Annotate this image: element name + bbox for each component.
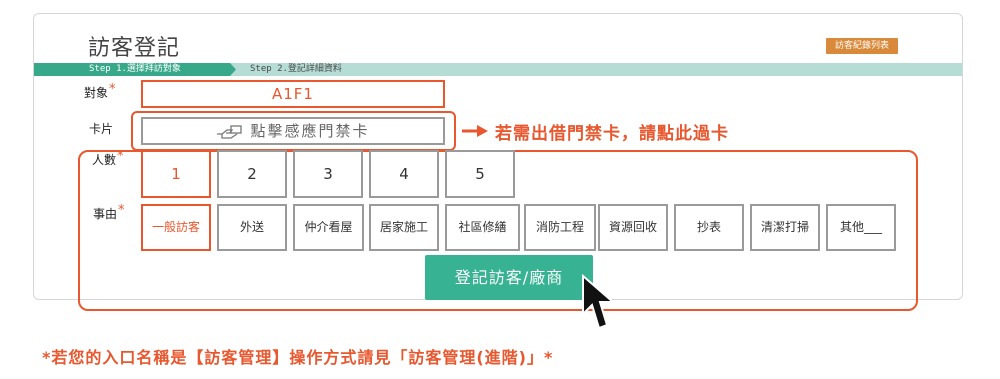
card-lend-note: 若需出借門禁卡，請點此過卡	[495, 124, 729, 144]
reason-option-general-visitor[interactable]: 一般訪客	[141, 204, 211, 251]
reason-option-cleaning[interactable]: 清潔打掃	[750, 204, 820, 251]
step-1-label[interactable]: Step 1.選擇拜訪對象	[89, 63, 181, 76]
count-option-2[interactable]: 2	[217, 150, 287, 198]
reason-option-meter-reading[interactable]: 抄表	[674, 204, 744, 251]
reason-label: 事由*	[93, 203, 125, 222]
count-label: 人數*	[92, 149, 124, 168]
reason-option-community-repair[interactable]: 社區修繕	[445, 204, 520, 251]
reason-option-delivery[interactable]: 外送	[217, 204, 287, 251]
target-field[interactable]: A1F1	[141, 80, 445, 108]
register-visitor-button[interactable]: 登記訪客/廠商	[425, 255, 593, 300]
mouse-pointer-icon	[582, 274, 616, 330]
tap-access-card-button[interactable]: 點擊感應門禁卡	[141, 117, 445, 145]
footer-note: *若您的入口名稱是【訪客管理】操作方式請見「訪客管理(進階)」*	[42, 348, 554, 367]
arrow-right-icon	[462, 125, 488, 137]
hand-card-icon	[216, 120, 243, 144]
reason-option-other[interactable]: 其他___	[826, 204, 896, 251]
required-mark: *	[109, 82, 116, 97]
target-label: 對象*	[84, 82, 116, 101]
target-label-text: 對象	[84, 86, 109, 100]
visitor-records-button[interactable]: 訪客紀錄列表	[826, 38, 898, 54]
count-option-5[interactable]: 5	[445, 150, 515, 198]
count-option-1[interactable]: 1	[141, 150, 211, 198]
reason-option-fire-works[interactable]: 消防工程	[524, 204, 596, 251]
reason-label-text: 事由	[93, 207, 118, 221]
page-title: 訪客登記	[88, 36, 181, 61]
count-option-3[interactable]: 3	[293, 150, 363, 198]
reason-option-agent-viewing[interactable]: 仲介看屋	[293, 204, 364, 251]
step-2-label[interactable]: Step 2.登記詳細資料	[250, 63, 342, 76]
tap-access-card-label: 點擊感應門禁卡	[250, 122, 370, 140]
required-mark: *	[118, 203, 125, 218]
required-mark: *	[117, 149, 124, 164]
count-label-text: 人數	[92, 153, 117, 167]
count-option-4[interactable]: 4	[369, 150, 439, 198]
reason-option-recycling[interactable]: 資源回收	[598, 204, 668, 251]
card-label: 卡片	[89, 122, 114, 136]
reason-option-home-construction[interactable]: 居家施工	[369, 204, 439, 251]
